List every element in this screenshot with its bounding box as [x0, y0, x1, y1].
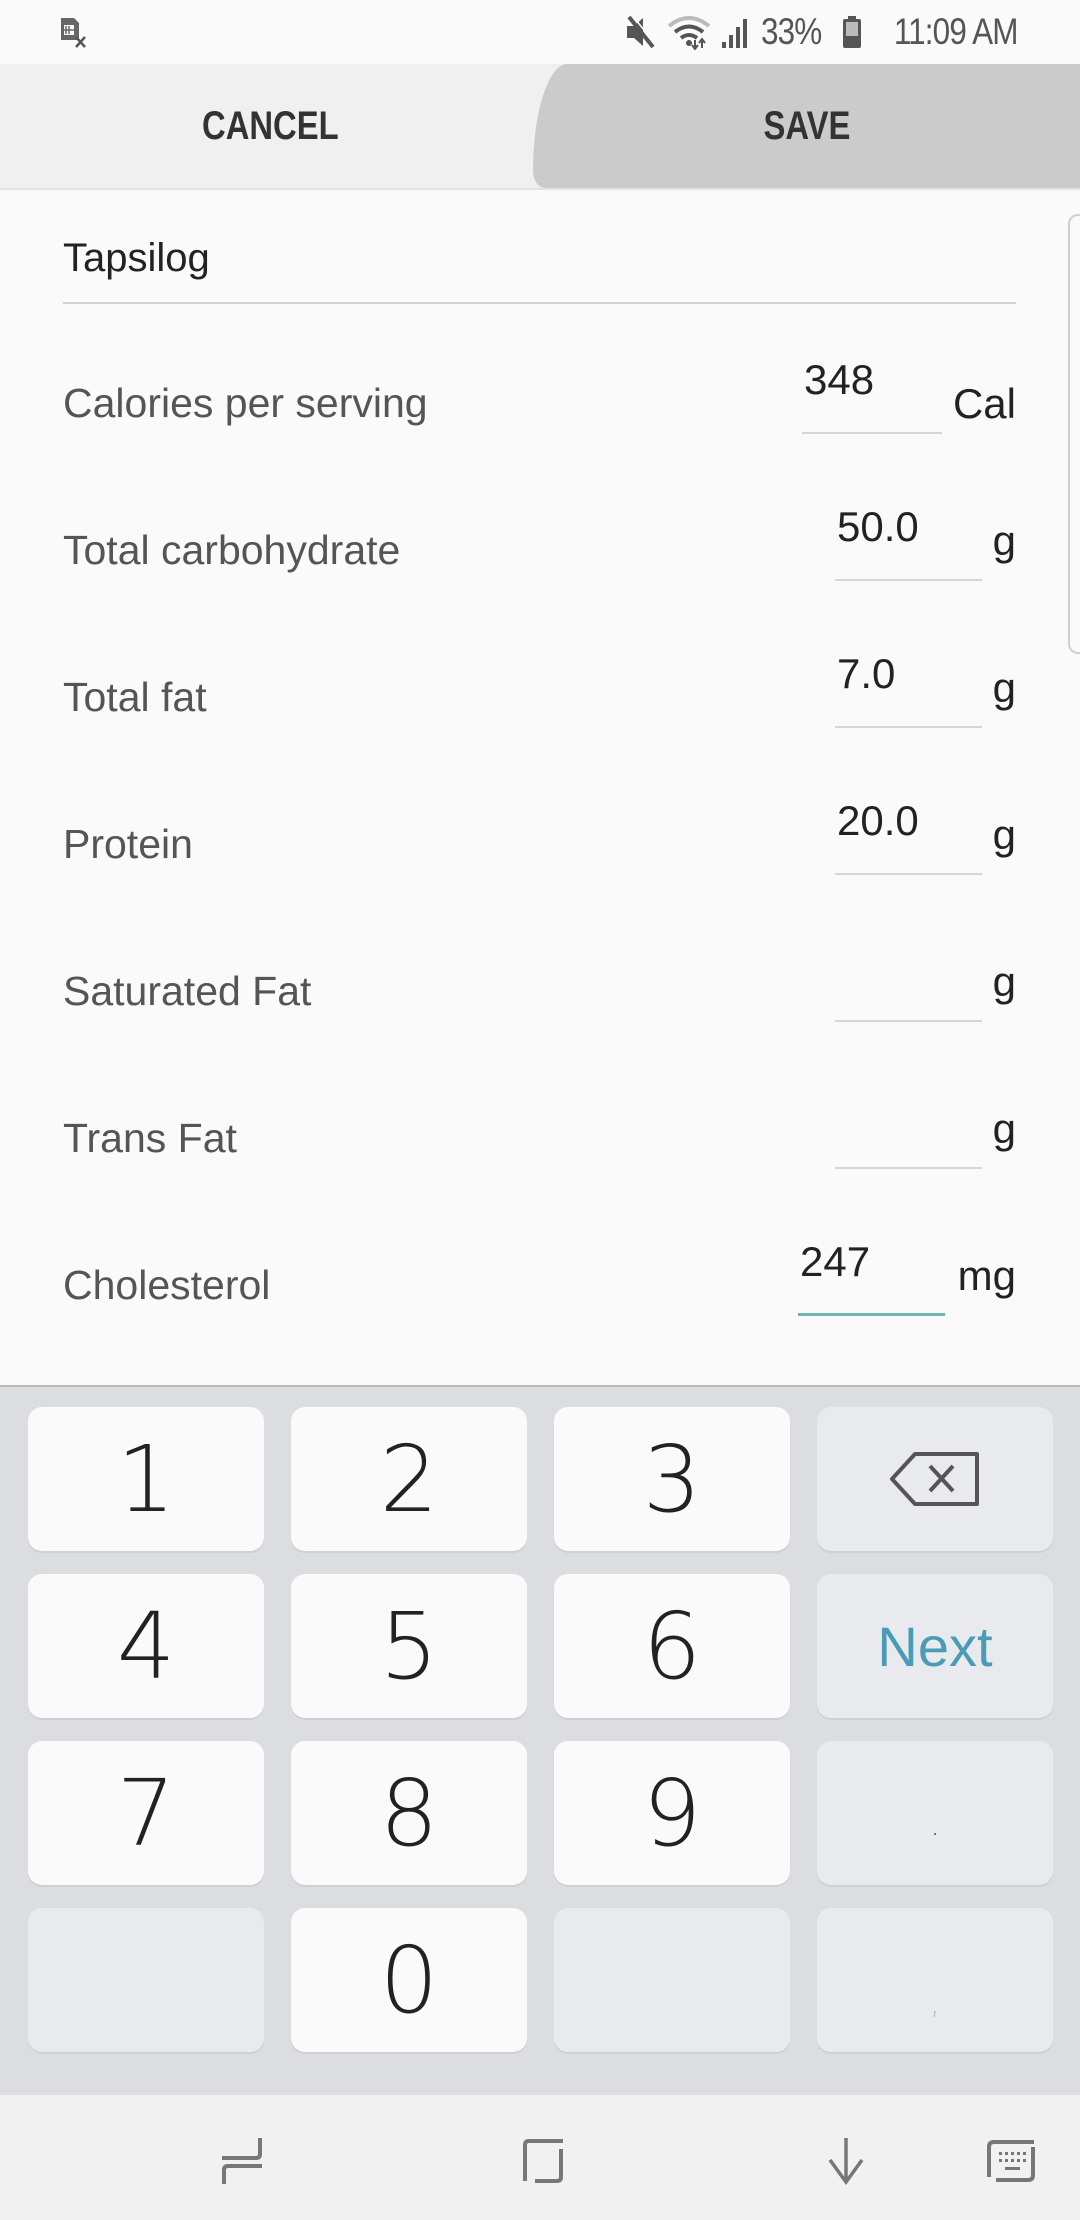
field-row-carbohydrate: Total carbohydrate 50.0 g: [0, 483, 1080, 630]
navigation-bar: [0, 2093, 1080, 2220]
carbohydrate-input[interactable]: 50.0: [835, 495, 982, 581]
numeric-keyboard: 1 2 3 4 5 6 Next 7 8 9 . 0 ,: [0, 1385, 1080, 2093]
field-label: Calories per serving: [63, 380, 428, 426]
wifi-icon: [667, 14, 711, 50]
field-label: Saturated Fat: [63, 968, 312, 1014]
saturated-fat-input[interactable]: [835, 936, 982, 1022]
fat-input[interactable]: 7.0: [835, 642, 982, 728]
blank-key-right: [554, 1908, 790, 2052]
field-label: Cholesterol: [63, 1262, 271, 1308]
key-8[interactable]: 8: [291, 1741, 527, 1885]
field-row-cholesterol: Cholesterol 247 mg: [0, 1218, 1080, 1365]
backspace-key[interactable]: [817, 1407, 1053, 1551]
key-1[interactable]: 1: [28, 1407, 264, 1551]
unit-label: g: [992, 1105, 1016, 1152]
field-row-calories: Calories per serving 348 Cal: [0, 336, 1080, 483]
blank-key-left: [28, 1908, 264, 2052]
recents-icon: [222, 2138, 262, 2184]
key-0[interactable]: 0: [291, 1908, 527, 2052]
cancel-button[interactable]: CANCEL: [0, 64, 540, 188]
field-row-saturated-fat: Saturated Fat g: [0, 924, 1080, 1071]
food-name-input[interactable]: Tapsilog: [63, 234, 1016, 304]
save-button[interactable]: SAVE: [533, 64, 1080, 188]
field-label: Total fat: [63, 674, 207, 720]
unit-label: g: [992, 811, 1016, 858]
mute-icon: [623, 14, 657, 50]
key-4[interactable]: 4: [28, 1574, 264, 1718]
battery-percent: 33%: [761, 11, 822, 52]
backspace-icon: [890, 1452, 979, 1506]
battery-icon: [842, 15, 862, 49]
unit-label: Cal: [952, 380, 1016, 427]
field-row-protein: Protein 20.0 g: [0, 777, 1080, 924]
clock: 11:09 AM: [894, 11, 1019, 52]
sim-card-x-icon: [58, 16, 88, 48]
hide-keyboard-button[interactable]: [816, 2131, 876, 2191]
field-label: Trans Fat: [63, 1115, 237, 1161]
key-7[interactable]: 7: [28, 1741, 264, 1885]
protein-input[interactable]: 20.0: [835, 789, 982, 875]
key-3[interactable]: 3: [554, 1407, 790, 1551]
cancel-label: CANCEL: [201, 103, 339, 148]
calories-input[interactable]: 348: [802, 348, 942, 434]
status-icons: 33% 11:09 AM: [623, 10, 1019, 54]
keyboard-switch-button[interactable]: [981, 2131, 1041, 2191]
action-bar: CANCEL SAVE: [0, 64, 1080, 190]
key-5[interactable]: 5: [291, 1574, 527, 1718]
status-bar: 33% 11:09 AM: [0, 0, 1080, 64]
next-key[interactable]: Next: [817, 1574, 1053, 1718]
key-2[interactable]: 2: [291, 1407, 527, 1551]
key-9[interactable]: 9: [554, 1741, 790, 1885]
field-row-fat: Total fat 7.0 g: [0, 630, 1080, 777]
unit-label: g: [992, 958, 1016, 1005]
field-label: Protein: [63, 821, 193, 867]
key-6[interactable]: 6: [554, 1574, 790, 1718]
signal-icon: [721, 15, 751, 49]
trans-fat-input[interactable]: [835, 1083, 982, 1169]
field-row-trans-fat: Trans Fat g: [0, 1071, 1080, 1218]
comma-key[interactable]: ,: [817, 1908, 1053, 2052]
cholesterol-input[interactable]: 247: [798, 1230, 945, 1316]
hide-keyboard-icon: [828, 2138, 864, 2185]
keyboard-switch-icon: [987, 2140, 1035, 2182]
nutrition-form: Tapsilog Calories per serving 348 Cal To…: [0, 190, 1080, 1385]
save-label: SAVE: [763, 103, 850, 148]
unit-label: g: [992, 664, 1016, 711]
field-label: Total carbohydrate: [63, 527, 401, 573]
unit-label: g: [992, 517, 1016, 564]
home-button[interactable]: [513, 2131, 573, 2191]
unit-label: mg: [957, 1252, 1016, 1299]
dot-key[interactable]: .: [817, 1741, 1053, 1885]
home-icon: [523, 2139, 563, 2183]
recents-button[interactable]: [212, 2131, 272, 2191]
